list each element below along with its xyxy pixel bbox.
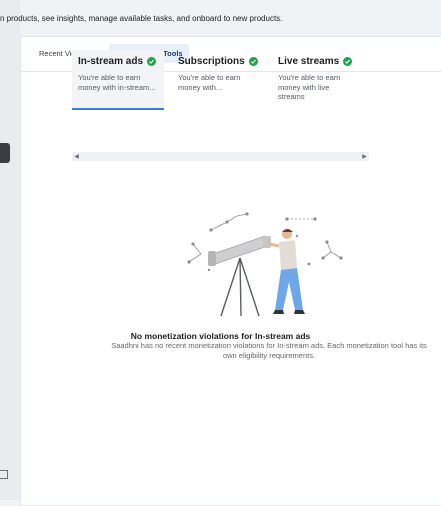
green-check-icon (248, 57, 258, 66)
tool-card-description: You're able to earn money with... (178, 73, 258, 92)
tool-card-title-row: Subscriptions (178, 56, 258, 67)
tool-card-title: Live streams (278, 56, 340, 67)
tool-card-desc-line: You're able to earn (278, 73, 341, 82)
tool-card-title-row: In-stream ads (78, 56, 158, 67)
tool-card-desc-line: You're able to earn (78, 73, 141, 82)
cards-scrollbar[interactable]: ◀ ▶ (72, 152, 369, 161)
collapsed-nav-button[interactable] (0, 143, 10, 163)
tool-card-live-streams[interactable]: Live streams You're able to earn money w… (272, 50, 364, 110)
telescope-illustration (187, 212, 343, 317)
green-check-icon (147, 57, 157, 66)
chevron-right-icon[interactable]: ▶ (360, 152, 369, 161)
page-intro-text: n products, see insights, manage availab… (0, 14, 283, 23)
chevron-left-icon[interactable]: ◀ (72, 152, 81, 161)
green-check-icon (343, 57, 353, 66)
tool-card-desc-line: money with live streams (278, 82, 330, 102)
tool-card-description: You're able to earn money with in-stream… (78, 73, 158, 92)
tool-card-subscriptions[interactable]: Subscriptions You're able to earn money … (172, 50, 264, 110)
expand-icon[interactable] (0, 470, 8, 479)
tool-card-instream-ads[interactable]: In-stream ads You're able to earn money … (72, 50, 164, 110)
tool-card-title: Subscriptions (178, 56, 245, 67)
tool-cards: In-stream ads You're able to earn money … (52, 50, 369, 165)
tool-card-title-row: Live streams (278, 56, 358, 67)
tool-card-title: In-stream ads (78, 56, 144, 67)
tool-card-description: You're able to earn money with live stre… (278, 73, 358, 102)
tool-card-desc-line: You're able to earn (178, 73, 241, 82)
tool-card-desc-line: money with... (178, 82, 223, 92)
tool-card-desc-line: money with in-stream... (78, 82, 156, 92)
left-rail (0, 0, 20, 500)
empty-state-description: Saadhni has no recent monetization viola… (111, 341, 427, 360)
empty-state-title: No monetization violations for In-stream… (130, 331, 311, 341)
